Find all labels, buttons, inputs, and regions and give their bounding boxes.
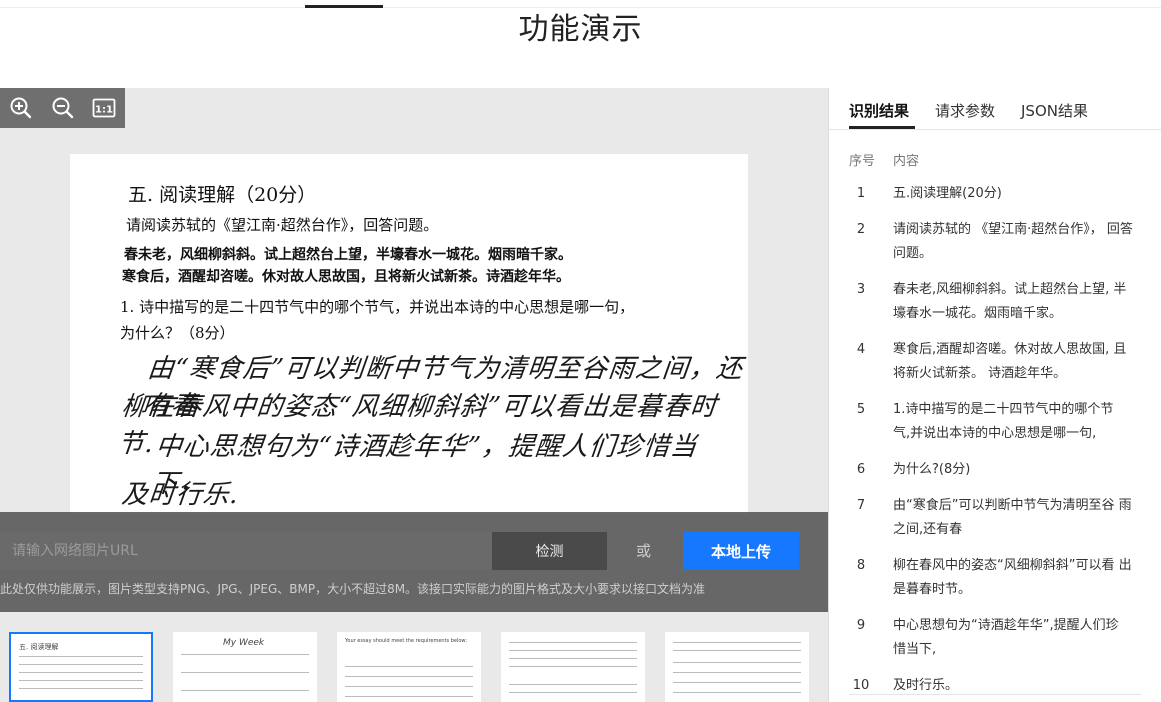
zoom-out-button[interactable] [42,88,84,128]
thumbnail-1[interactable]: 五. 阅读理解 [9,632,153,702]
or-label: 或 [636,542,652,560]
svg-text:1:1: 1:1 [95,105,113,116]
row-index: 4 [856,342,866,357]
row-content: 中心思想句为“诗酒趁年华”,提醒人们珍 惜当下, [893,618,1119,657]
doc-line: 1. 诗中描写的是二十四节气中的哪个节气，并说出本诗的中心思想是哪一句， [120,298,635,316]
thumbnail-caption: My Week [223,638,265,648]
row-index: 3 [856,282,866,297]
upload-bar: 检测 或 本地上传 此处仅供功能展示，图片类型支持PNG、JPG、JPEG、BM… [0,512,829,612]
row-content: 由“寒食后”可以判断中节气为清明至谷 雨之间,还有春 [893,498,1132,537]
row-index: 5 [856,402,866,417]
image-url-input[interactable] [0,532,492,570]
tab-recognition-result[interactable]: 识别结果 [849,100,909,121]
column-header-index: 序号 [849,154,876,169]
row-index: 8 [856,558,866,573]
tab-request-params[interactable]: 请求参数 [935,100,995,121]
thumbnail-caption: Your essay should meet the requirements … [345,638,467,644]
result-panel: 识别结果 请求参数 JSON结果 序号 内容 1 五.阅读理解(20分) 2 请… [829,88,1161,702]
thumbnail-4[interactable] [501,632,645,702]
thumbnail-strip: 五. 阅读理解 My Week Your essay should meet t… [0,612,829,702]
page-title: 功能演示 [518,12,643,47]
row-index: 7 [856,498,866,513]
row-index: 9 [856,618,866,633]
panel-bottom-divider [849,694,1141,695]
row-content: 为什么?(8分) [893,462,971,477]
upload-hint: 此处仅供功能展示，图片类型支持PNG、JPG、JPEG、BMP，大小不超过8M。… [0,582,706,596]
active-tab-underline [849,126,915,129]
tab-json-result[interactable]: JSON结果 [1021,100,1088,121]
row-index: 2 [856,222,866,237]
zoom-toolbar: 1:1 [0,88,125,128]
actual-size-button[interactable]: 1:1 [83,88,125,128]
thumbnail-caption: 五. 阅读理解 [19,643,59,651]
doc-heading: 五. 阅读理解（20分） [128,184,317,206]
handwriting-line: 及时行乐. [120,480,241,510]
zoom-in-button[interactable] [0,88,42,128]
row-index: 6 [856,462,866,477]
image-viewer: 1:1 五. 阅读理解（20分） 请阅读苏轼的《望江南·超然台作》，回答问题。 … [0,88,829,702]
row-content: 春未老,风细柳斜斜。试上超然台上望, 半壕春水一城花。烟雨暗千家。 [893,282,1127,321]
detect-button[interactable]: 检测 [492,532,607,570]
zoom-in-icon [10,97,32,119]
handwriting-line: 中心思想句为“诗酒趁年华”，提醒人们珍惜当下， [150,432,699,499]
row-content: 五.阅读理解(20分) [893,186,1002,201]
thumbnail-2[interactable]: My Week [173,632,317,702]
thumbnail-3[interactable]: Your essay should meet the requirements … [337,632,481,702]
row-content: 寒食后,酒醒却咨嗟。休对故人思故国, 且将新火试新茶。 诗酒趁年华。 [893,342,1127,381]
row-content: 柳在春风中的姿态“风细柳斜斜”可以看 出是暮春时节。 [893,558,1132,597]
zoom-out-icon [52,97,73,119]
result-tabs: 识别结果 请求参数 JSON结果 [829,88,1161,130]
row-content: 1.诗中描写的是二十四节气中的哪个节 气,并说出本诗的中心思想是哪一句, [893,402,1114,441]
thumbnail-5[interactable] [665,632,809,702]
row-index: 1 [856,186,866,201]
actual-size-icon: 1:1 [92,98,116,118]
doc-line: 寒食后，酒醒却咨嗟。休对故人思故国，且将新火试新茶。诗酒趁年华。 [122,269,570,285]
row-content: 请阅读苏轼的 《望江南·超然台作》， 回答问题。 [893,222,1133,261]
doc-line: 请阅读苏轼的《望江南·超然台作》，回答问题。 [126,216,439,234]
doc-line: 为什么？（8分） [120,324,235,342]
column-header-content: 内容 [893,154,920,169]
doc-line: 春未老，风细柳斜斜。试上超然台上望，半壕春水一城花。烟雨暗千家。 [124,247,572,263]
document-image: 五. 阅读理解（20分） 请阅读苏轼的《望江南·超然台作》，回答问题。 春未老，… [70,154,748,514]
local-upload-button[interactable]: 本地上传 [683,532,799,570]
